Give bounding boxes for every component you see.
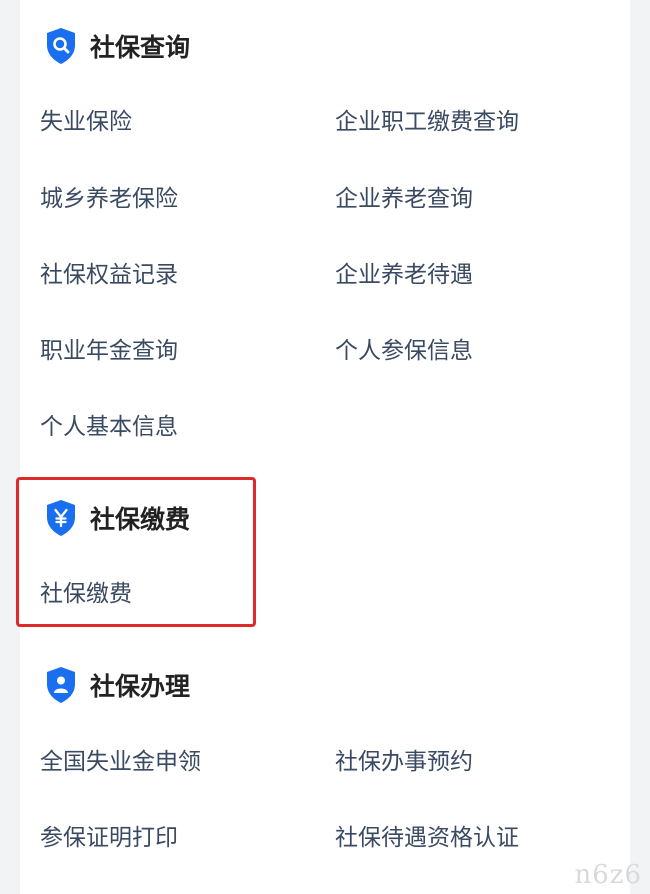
watermark: n6z6 bbox=[574, 860, 642, 890]
section-header-payment: 社保缴费 bbox=[44, 498, 190, 538]
yen-icon bbox=[47, 500, 75, 536]
link-enterprise-pension-query[interactable]: 企业养老查询 bbox=[335, 184, 473, 214]
section-header-query: 社保查询 bbox=[44, 26, 190, 66]
link-enterprise-pension-benefit[interactable]: 企业养老待遇 bbox=[335, 260, 473, 290]
link-personal-basic-info[interactable]: 个人基本信息 bbox=[40, 412, 178, 442]
section-title-query: 社保查询 bbox=[90, 33, 191, 62]
section-title-handling: 社保办理 bbox=[90, 672, 191, 701]
link-insurance-certificate-print[interactable]: 参保证明打印 bbox=[40, 823, 178, 853]
link-service-appointment[interactable]: 社保办事预约 bbox=[335, 747, 473, 777]
search-icon bbox=[47, 28, 75, 64]
service-card: 社保查询 失业保险 企业职工缴费查询 城乡养老保险 企业养老查询 社保权益记录 … bbox=[16, 0, 630, 894]
link-personal-insurance-info[interactable]: 个人参保信息 bbox=[335, 336, 473, 366]
person-icon bbox=[47, 667, 75, 703]
link-social-security-payment[interactable]: 社保缴费 bbox=[40, 579, 132, 609]
link-urban-rural-pension[interactable]: 城乡养老保险 bbox=[40, 184, 178, 214]
link-social-security-rights[interactable]: 社保权益记录 bbox=[40, 260, 178, 290]
link-enterprise-payment-query[interactable]: 企业职工缴费查询 bbox=[335, 107, 519, 137]
link-occupational-annuity[interactable]: 职业年金查询 bbox=[40, 336, 178, 366]
section-header-handling: 社保办理 bbox=[44, 665, 190, 705]
link-unemployment-insurance[interactable]: 失业保险 bbox=[40, 107, 132, 137]
link-benefit-eligibility-certification[interactable]: 社保待遇资格认证 bbox=[335, 823, 519, 853]
section-title-payment: 社保缴费 bbox=[90, 505, 191, 534]
link-unemployment-benefit-claim[interactable]: 全国失业金申领 bbox=[40, 747, 201, 777]
